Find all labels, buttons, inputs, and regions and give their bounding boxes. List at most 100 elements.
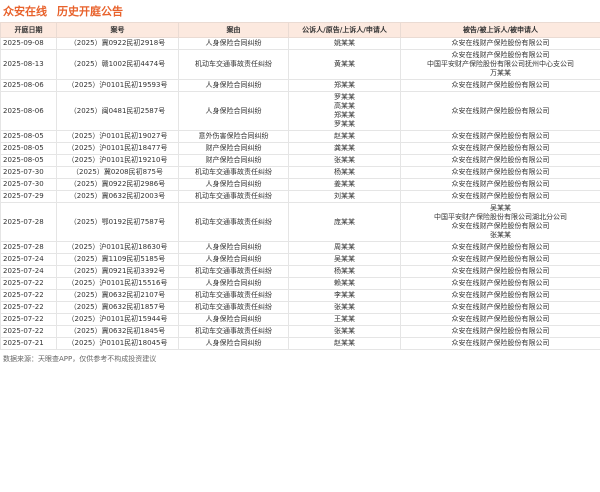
case-number: （2025）赣1002民初4474号 [56,49,179,80]
hearing-date: 2025-07-22 [0,277,57,290]
defendant-name: 众安在线财产保险股份有限公司 [451,339,550,347]
plaintiff-name: 吴某某 [334,255,355,263]
page-header: 众安在线 历史开庭公告 [0,0,600,22]
case-cause: 人身保险合同纠纷 [178,313,289,326]
defendant-name: 众安在线财产保险股份有限公司 [451,315,550,323]
table-row: 2025-07-21 （2025）沪0101民初18045号 人身保险合同纠纷 赵某某… [0,337,600,350]
case-cause: 机动车交通事故责任纠纷 [178,301,289,314]
defendant-name: 中国平安财产保险股份有限公司抚州中心支公司 [427,60,574,68]
hearing-date: 2025-08-05 [0,130,57,143]
defendant-cell: 众安在线财产保险股份有限公司 [400,178,600,191]
case-cause: 机动车交通事故责任纠纷 [178,49,289,80]
defendant-cell: 众安在线财产保险股份有限公司 [400,253,600,266]
defendant-cell: 众安在线财产保险股份有限公司 [400,325,600,338]
table-row: 2025-07-30 （2025）冀0208民初875号 机动车交通事故责任纠纷 杨某… [0,166,600,179]
plaintiff-cell: 庞某某 [288,202,401,242]
defendant-cell: 众安在线财产保险股份有限公司 [400,313,600,326]
case-number: （2025）沪0101民初19027号 [56,130,179,143]
defendant-name: 万某某 [490,69,511,77]
plaintiff-cell: 郑某某 [288,79,401,92]
plaintiff-name: 赖某某 [334,279,355,287]
plaintiff-cell: 刘某某 [288,190,401,203]
plaintiff-name: 赵某某 [334,339,355,347]
hearing-date: 2025-08-05 [0,154,57,167]
case-number: （2025）冀0632民初2003号 [56,190,179,203]
column-header-case-no: 案号 [56,22,179,38]
column-header-plaintiff: 公诉人/原告/上诉人/申请人 [288,22,401,38]
plaintiff-cell: 张某某 [288,154,401,167]
case-number: （2025）冀0632民初1857号 [56,301,179,314]
hearing-date: 2025-07-29 [0,190,57,203]
defendant-cell: 众安在线财产保险股份有限公司 [400,241,600,254]
defendant-name: 众安在线财产保险股份有限公司 [451,291,550,299]
plaintiff-name: 李某某 [334,291,355,299]
case-number: （2025）冀0632民初2107号 [56,289,179,302]
defendant-cell: 众安在线财产保险股份有限公司 [400,265,600,278]
hearing-date: 2025-07-21 [0,337,57,350]
case-cause: 机动车交通事故责任纠纷 [178,190,289,203]
defendant-name: 众安在线财产保险股份有限公司 [451,327,550,335]
table-row: 2025-07-24 （2025）冀1109民初5185号 人身保险合同纠纷 吴某某 众… [0,253,600,266]
hearing-date: 2025-08-06 [0,91,57,131]
defendant-name: 众安在线财产保险股份有限公司 [451,243,550,251]
plaintiff-name: 张某某 [334,303,355,311]
defendant-name: 众安在线财产保险股份有限公司 [451,51,550,59]
plaintiff-name: 周某某 [334,243,355,251]
table-row: 2025-07-28 （2025）鄂0192民初7587号 机动车交通事故责任纠纷 庞… [0,202,600,242]
plaintiff-name: 罗某某 [334,93,355,101]
hearing-date: 2025-08-13 [0,49,57,80]
table-row: 2025-08-05 （2025）沪0101民初19027号 意外伤害保险合同纠纷 赵… [0,130,600,143]
case-number: （2025）沪0101民初18045号 [56,337,179,350]
defendant-name: 众安在线财产保险股份有限公司 [451,168,550,176]
case-number: （2025）冀0632民初1845号 [56,325,179,338]
table-row: 2025-08-06 （2025）沪0101民初19593号 人身保险合同纠纷 郑某某… [0,79,600,92]
plaintiff-name: 龚某某 [334,144,355,152]
case-cause: 机动车交通事故责任纠纷 [178,265,289,278]
table-row: 2025-07-29 （2025）冀0632民初2003号 机动车交通事故责任纠纷 刘… [0,190,600,203]
plaintiff-name: 罗某某 [334,120,355,128]
plaintiff-cell: 姚某某 [288,37,401,50]
case-number: （2025）冀1109民初5185号 [56,253,179,266]
hearing-date: 2025-07-30 [0,166,57,179]
table-body: 2025-09-08 （2025）冀0922民初2918号 人身保险合同纠纷 姚某某众… [0,37,600,350]
defendant-name: 众安在线财产保险股份有限公司 [451,255,550,263]
plaintiff-cell: 赵某某 [288,130,401,143]
hearing-date: 2025-07-24 [0,253,57,266]
defendant-name: 众安在线财产保险股份有限公司 [451,39,550,47]
hearing-date: 2025-08-05 [0,142,57,155]
plaintiff-name: 姜某某 [334,180,355,188]
hearing-date: 2025-07-24 [0,265,57,278]
case-cause: 人身保险合同纠纷 [178,241,289,254]
defendant-cell: 众安在线财产保险股份有限公司 [400,289,600,302]
case-cause: 机动车交通事故责任纠纷 [178,289,289,302]
column-header-cause: 案由 [178,22,289,38]
hearing-date: 2025-07-22 [0,289,57,302]
table-row: 2025-07-24 （2025）冀0921民初3392号 机动车交通事故责任纠纷 杨… [0,265,600,278]
table-row: 2025-07-22 （2025）冀0632民初1857号 机动车交通事故责任纠纷 张… [0,301,600,314]
defendant-cell: 众安在线财产保险股份有限公司 [400,337,600,350]
case-cause: 机动车交通事故责任纠纷 [178,166,289,179]
defendant-cell: 众安在线财产保险股份有限公司 [400,301,600,314]
defendant-name: 众安在线财产保险股份有限公司 [451,132,550,140]
plaintiff-cell: 赖某某 [288,277,401,290]
plaintiff-name: 庞某某 [334,217,355,226]
case-cause: 人身保险合同纠纷 [178,79,289,92]
table-row: 2025-07-22 （2025）沪0101民初15516号 人身保险合同纠纷 赖某某… [0,277,600,290]
table-row: 2025-08-05 （2025）沪0101民初19210号 财产保险合同纠纷 张某某… [0,154,600,167]
case-number: （2025）沪0101民初15516号 [56,277,179,290]
case-cause: 人身保险合同纠纷 [178,91,289,131]
plaintiff-cell: 李某某 [288,289,401,302]
plaintiff-cell: 周某某 [288,241,401,254]
plaintiff-name: 郑某某 [334,111,355,119]
defendant-name: 众安在线财产保险股份有限公司 [451,192,550,200]
defendant-name: 中国平安财产保险股份有限公司湖北分公司 [434,213,567,221]
hearing-date: 2025-07-22 [0,313,57,326]
defendant-name: 众安在线财产保险股份有限公司 [451,279,550,287]
defendant-name: 众安在线财产保险股份有限公司 [451,303,550,311]
plaintiff-name: 郑某某 [334,81,355,89]
case-number: （2025）沪0101民初18630号 [56,241,179,254]
defendant-cell: 众安在线财产保险股份有限公司 [400,154,600,167]
plaintiff-name: 赵某某 [334,132,355,140]
plaintiff-cell: 杨某某 [288,166,401,179]
case-number: （2025）冀0921民初3392号 [56,265,179,278]
